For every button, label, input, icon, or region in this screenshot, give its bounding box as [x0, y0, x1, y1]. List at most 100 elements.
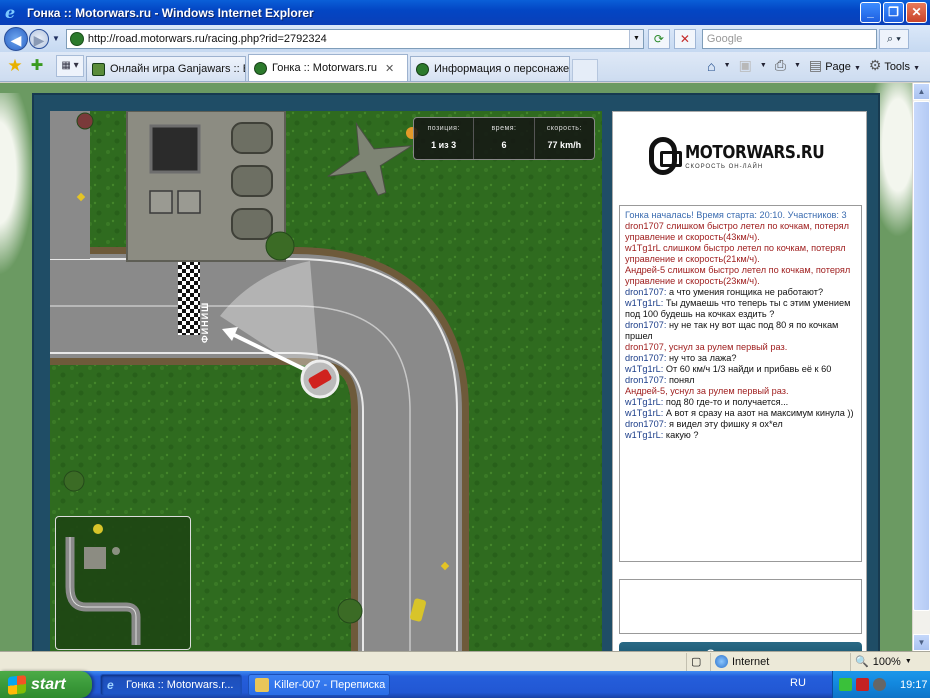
- chat-message: dron1707 слишком быстро летел по кочкам,…: [625, 221, 857, 243]
- forward-button[interactable]: ▶: [29, 28, 49, 49]
- scroll-down-icon[interactable]: ▼: [913, 634, 930, 651]
- chat-message: Андрей-5, уснул за рулем первый раз.: [625, 386, 857, 397]
- chat-text: А вот я сразу на азот на максимум кинула…: [663, 408, 854, 418]
- search-button[interactable]: ⌕ ▾: [878, 28, 909, 49]
- chat-event-message: dron1707, уснул за рулем первый раз.: [625, 342, 788, 352]
- motorwars-favicon-icon: [416, 62, 429, 76]
- zoom-control[interactable]: 🔍 100% ▼: [850, 652, 930, 671]
- chat-author[interactable]: w1Tg1rL:: [625, 408, 663, 418]
- scroll-thumb[interactable]: [913, 101, 930, 611]
- refresh-button[interactable]: ⟳: [647, 28, 670, 49]
- logo-tagline: СКОРОСТЬ ОН-ЛАЙН: [685, 164, 764, 170]
- race-track-canvas[interactable]: ФИНИШ позиция: 1 из 3 время: 6 скорость:…: [50, 111, 602, 651]
- chat-text: понял: [666, 375, 695, 385]
- zone-label: Internet: [732, 655, 770, 668]
- tray-app-icon[interactable]: [873, 678, 886, 691]
- chat-event-message: Андрей-5, уснул за рулем первый раз.: [625, 386, 789, 396]
- feeds-icon[interactable]: ▣: [739, 57, 752, 74]
- url-dropdown-icon[interactable]: ▼: [628, 29, 643, 48]
- hud-label: скорость:: [546, 125, 582, 132]
- zone-indicator[interactable]: Internet: [710, 652, 850, 671]
- scroll-up-icon[interactable]: ▲: [913, 83, 930, 100]
- print-dropdown-icon[interactable]: ▼: [794, 62, 801, 69]
- vertical-scrollbar[interactable]: ▲ ▼: [912, 83, 930, 651]
- chat-author[interactable]: dron1707:: [625, 353, 666, 363]
- chat-message: Андрей-5 слишком быстро летел по кочкам,…: [625, 265, 857, 287]
- quick-tabs-button[interactable]: ▦ ▾: [56, 55, 84, 77]
- chat-text: ну что за лажа?: [666, 353, 737, 363]
- chat-author[interactable]: w1Tg1rL:: [625, 397, 663, 407]
- favorites-star-icon[interactable]: ★: [4, 55, 26, 77]
- tab-toolbar: ★ ✚ ▦ ▾ Онлайн игра Ganjawars :: Б... Го…: [0, 52, 930, 82]
- close-tab-icon[interactable]: ✕: [385, 62, 394, 75]
- new-tab-button[interactable]: [572, 59, 598, 81]
- system-tray: 19:17: [832, 671, 930, 698]
- print-icon[interactable]: ⎙: [775, 57, 786, 74]
- hud-label: время:: [491, 125, 517, 132]
- chat-message: w1Tg1rL: какую ?: [625, 430, 857, 441]
- chat-author[interactable]: dron1707:: [625, 320, 666, 330]
- finish-line: [178, 255, 200, 335]
- search-input[interactable]: Google: [701, 28, 877, 49]
- start-button[interactable]: start: [0, 671, 92, 698]
- home-dropdown-icon[interactable]: ▼: [724, 62, 731, 69]
- taskbar-item-messenger[interactable]: Killer-007 - Переписка: [248, 673, 390, 696]
- globe-icon: [715, 655, 728, 668]
- chat-text: какую ?: [663, 430, 699, 440]
- chat-author[interactable]: dron1707:: [625, 419, 666, 429]
- feeds-dropdown-icon[interactable]: ▼: [760, 62, 767, 69]
- start-label: start: [31, 675, 66, 693]
- chat-log[interactable]: Гонка началась! Время старта: 20:10. Уча…: [619, 205, 862, 562]
- tab-character-info[interactable]: Информация о персонаже :...: [410, 56, 570, 81]
- history-dropdown-icon[interactable]: ▼: [52, 34, 60, 43]
- chat-system-message: Гонка началась! Время старта: 20:10. Уча…: [625, 210, 847, 220]
- chat-author[interactable]: dron1707:: [625, 375, 666, 385]
- chat-author[interactable]: w1Tg1rL:: [625, 364, 663, 374]
- send-button[interactable]: Отправить »: [619, 642, 862, 651]
- window-title: Гонка :: Motorwars.ru - Windows Internet…: [27, 5, 314, 20]
- kaspersky-icon[interactable]: [856, 678, 869, 691]
- chat-message: Гонка началась! Время старта: 20:10. Уча…: [625, 210, 857, 221]
- motorwars-logo[interactable]: MOTORWARS.RU СКОРОСТЬ ОН-ЛАЙН: [649, 134, 849, 178]
- tab-ganjawars[interactable]: Онлайн игра Ganjawars :: Б...: [86, 56, 246, 81]
- chat-text: я видел эту фишку я ох*ел: [666, 419, 783, 429]
- clock: 19:17: [900, 678, 928, 691]
- back-button[interactable]: ◀: [4, 26, 28, 51]
- zoom-dropdown-icon: ▼: [904, 658, 912, 665]
- restore-button[interactable]: ❐: [883, 2, 904, 23]
- messenger-icon: [255, 677, 269, 692]
- chat-text: под 80 где-то и получается...: [663, 397, 789, 407]
- game-frame: ФИНИШ позиция: 1 из 3 время: 6 скорость:…: [32, 93, 880, 651]
- window-titlebar[interactable]: e Гонка :: Motorwars.ru - Windows Intern…: [0, 0, 930, 25]
- chat-message: dron1707: я видел эту фишку я ох*ел: [625, 419, 857, 430]
- page-icon: ▤: [808, 57, 823, 73]
- address-field[interactable]: http://road.motorwars.ru/racing.php?rid=…: [65, 28, 644, 49]
- minimize-button[interactable]: _: [860, 2, 881, 23]
- chat-author[interactable]: dron1707:: [625, 287, 666, 297]
- tab-label: Гонка :: Motorwars.ru: [272, 62, 377, 74]
- chat-author[interactable]: w1Tg1rL:: [625, 298, 663, 308]
- chat-author[interactable]: w1Tg1rL:: [625, 430, 663, 440]
- hud-value: 6: [501, 140, 507, 150]
- tools-menu[interactable]: ⚙ Tools ▼: [869, 57, 920, 74]
- tray-app-icon[interactable]: [839, 678, 852, 691]
- logo-brand: MOTORWARS.RU: [685, 142, 825, 163]
- site-favicon-icon: [69, 31, 84, 46]
- minimap: [55, 516, 191, 650]
- page-menu[interactable]: ▤ Page ▼: [809, 57, 861, 74]
- chat-text: а что умения гонщика не работают?: [666, 287, 824, 297]
- chat-input[interactable]: [619, 579, 862, 634]
- add-favorites-icon[interactable]: ✚: [26, 55, 48, 77]
- hud-time: время: 6: [474, 118, 535, 159]
- close-button[interactable]: ✕: [906, 2, 927, 23]
- ganjawars-favicon-icon: [92, 62, 105, 76]
- stop-button[interactable]: ✕: [673, 28, 696, 49]
- home-icon[interactable]: ⌂: [707, 58, 715, 74]
- taskbar-item-ie[interactable]: e Гонка :: Motorwars.r...: [100, 673, 242, 696]
- tab-motorwars-race[interactable]: Гонка :: Motorwars.ru ✕: [248, 54, 408, 81]
- zoom-icon: 🔍: [855, 656, 869, 668]
- language-indicator[interactable]: RU: [790, 677, 806, 689]
- motorwars-logo-icon: [649, 137, 683, 175]
- url-text: http://road.motorwars.ru/racing.php?rid=…: [87, 32, 327, 45]
- fuel-barrels: [231, 122, 273, 240]
